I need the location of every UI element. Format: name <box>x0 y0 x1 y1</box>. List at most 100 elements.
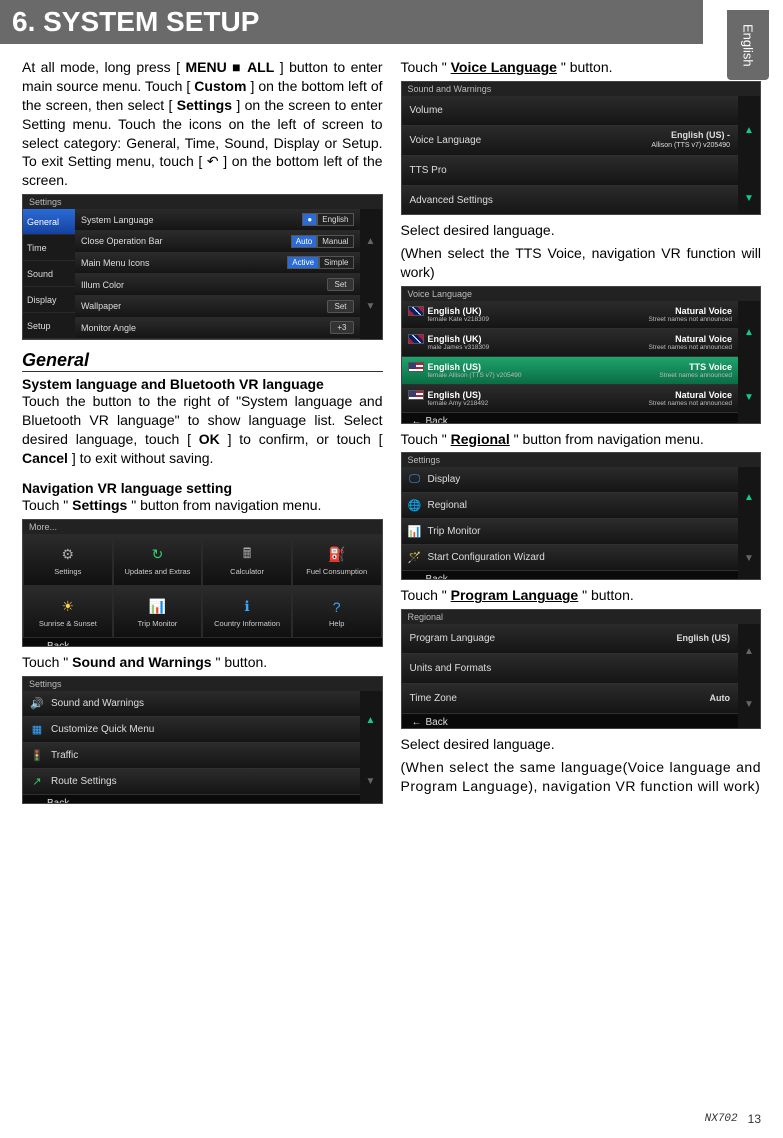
pill[interactable]: Auto Manual <box>291 235 354 248</box>
scroll-down-icon[interactable]: ▼ <box>360 751 382 804</box>
sidebar-item-setup[interactable]: Setup <box>23 313 75 339</box>
lbl: Calculator <box>230 568 264 576</box>
dot: ● <box>302 213 317 226</box>
lbl: Trip Monitor <box>138 620 178 628</box>
scroll-up-icon[interactable]: ▲ <box>360 691 382 752</box>
tile-help[interactable]: ?Help <box>292 586 382 638</box>
row-volume[interactable]: Volume <box>402 96 739 126</box>
opt[interactable]: Manual <box>317 235 353 248</box>
opt[interactable]: Auto <box>291 235 317 248</box>
settings-label: Settings <box>72 497 127 513</box>
scroll-up-icon[interactable]: ▲ <box>738 96 760 165</box>
scroll-down-icon[interactable]: ▼ <box>738 678 760 730</box>
scroll-down-icon[interactable]: ▼ <box>738 528 760 581</box>
set-button[interactable]: Set <box>327 278 353 291</box>
scroll-up-icon[interactable]: ▲ <box>738 467 760 528</box>
lbl: Voice Language <box>410 135 482 146</box>
opt[interactable]: Simple <box>319 256 353 269</box>
flag-uk-icon <box>408 334 424 344</box>
back-button[interactable]: Back <box>23 638 382 647</box>
tile-calculator[interactable]: 🖩Calculator <box>202 534 292 586</box>
detail: male James v318309 <box>428 344 490 351</box>
txt: " button. <box>215 654 267 670</box>
row-advanced-settings[interactable]: Advanced Settings <box>402 186 739 215</box>
txt: Touch " <box>22 654 68 670</box>
row-display[interactable]: 🖵Display <box>402 467 739 493</box>
lbl: Units and Formats <box>410 663 492 674</box>
txt: Touch " <box>22 497 68 513</box>
sidebar-item-time[interactable]: Time <box>23 235 75 261</box>
row-regional[interactable]: 🌐Regional <box>402 493 739 519</box>
sidebar-item-general[interactable]: General <box>23 209 75 235</box>
flag-uk-icon <box>408 306 424 316</box>
language-pill[interactable]: ● English <box>302 213 353 226</box>
back-button[interactable]: Back <box>402 571 739 580</box>
row-start-wizard[interactable]: 🪄Start Configuration Wizard <box>402 545 739 571</box>
screenshot-nav-more: More... ⚙Settings ↻Updates and Extras 🖩C… <box>22 519 383 647</box>
lang-en-uk-james[interactable]: English (UK)male James v318309 Natural V… <box>402 329 739 357</box>
speaker-icon: 🔊 <box>29 695 45 711</box>
row-main-menu-icons[interactable]: Main Menu Icons Active Simple <box>75 253 360 275</box>
lang-en-us-amy[interactable]: English (US)female Amy v218492 Natural V… <box>402 385 739 413</box>
lang-en-uk-kate[interactable]: English (UK)female Kate v218309 Natural … <box>402 301 739 329</box>
row-units-formats[interactable]: Units and Formats <box>402 654 739 684</box>
scroll-up-icon[interactable]: ▲ <box>738 301 760 366</box>
name: English (UK) <box>428 334 490 344</box>
tile-updates[interactable]: ↻Updates and Extras <box>113 534 203 586</box>
row-sound-warnings[interactable]: 🔊Sound and Warnings <box>23 691 360 717</box>
sidebar-item-display[interactable]: Display <box>23 287 75 313</box>
row-close-op-bar[interactable]: Close Operation Bar Auto Manual <box>75 231 360 253</box>
row-tripmon[interactable]: 📊Trip Monitor <box>402 519 739 545</box>
scroll-down-icon[interactable]: ▼ <box>360 274 382 339</box>
back-button[interactable]: Back <box>402 714 739 729</box>
scroll-down-icon[interactable]: ▼ <box>738 365 760 424</box>
val2: Allison (TTS v7) v205490 <box>651 142 730 149</box>
lang-en-us-allison[interactable]: English (US)female Allison (TTS v7) v205… <box>402 357 739 385</box>
row-wallpaper[interactable]: Wallpaper Set <box>75 296 360 318</box>
shot-body: English (UK)female Kate v218309 Natural … <box>402 301 761 424</box>
tile-fuel[interactable]: ⛽Fuel Consumption <box>292 534 382 586</box>
tile-settings[interactable]: ⚙Settings <box>23 534 113 586</box>
tile-sunrise[interactable]: ☀ Sunrise & Sunset <box>23 586 113 638</box>
back-button[interactable]: Back <box>23 795 360 804</box>
pill[interactable]: Active Simple <box>287 256 353 269</box>
row-customize-quick[interactable]: ▦Customize Quick Menu <box>23 717 360 743</box>
row-illum-color[interactable]: Illum Color Set <box>75 274 360 296</box>
shot-body: 🖵Display 🌐Regional 📊Trip Monitor 🪄Start … <box>402 467 761 580</box>
para-navvr: Touch " Settings " button from navigatio… <box>22 496 383 515</box>
row-monitor-angle[interactable]: Monitor Angle +3 <box>75 318 360 340</box>
opt[interactable]: Active <box>287 256 319 269</box>
scroll-column: ▲ ▼ <box>738 467 760 580</box>
page-footer: NX702 13 <box>705 1112 761 1126</box>
row-system-language[interactable]: System Language ● English <box>75 209 360 231</box>
scroll-down-icon[interactable]: ▼ <box>738 164 760 215</box>
row-route-settings[interactable]: ↗Route Settings <box>23 769 360 795</box>
set-button[interactable]: Set <box>327 300 353 313</box>
row-traffic[interactable]: 🚦Traffic <box>23 743 360 769</box>
angle-button[interactable]: +3 <box>330 321 353 334</box>
back-button[interactable]: Back <box>402 413 739 424</box>
para-regional: Touch " Regional " button from navigatio… <box>401 430 762 449</box>
row-time-zone[interactable]: Time ZoneAuto <box>402 684 739 714</box>
lbl: Program Language <box>410 633 496 644</box>
row-voice-language[interactable]: Voice Language English (US) - Allison (T… <box>402 126 739 156</box>
scroll-column: ▲ ▼ <box>360 691 382 804</box>
lbl: Sunrise & Sunset <box>39 620 97 628</box>
name: English (US) <box>428 390 489 400</box>
lbl: System Language <box>81 215 154 225</box>
row-tts-pro[interactable]: TTS Pro <box>402 156 739 186</box>
screenshot-voice-language-list: Voice Language English (UK)female Kate v… <box>401 286 762 424</box>
row-program-language[interactable]: Program LanguageEnglish (US) <box>402 624 739 654</box>
tile-country[interactable]: ℹCountry Information <box>202 586 292 638</box>
tile-tripmon[interactable]: 📊Trip Monitor <box>113 586 203 638</box>
list: 🔊Sound and Warnings ▦Customize Quick Men… <box>23 691 360 804</box>
name: English (US) <box>428 362 522 372</box>
scroll-up-icon[interactable]: ▲ <box>738 624 760 678</box>
shot-title: Settings <box>402 453 761 467</box>
txt: " button from navigation menu. <box>131 497 321 513</box>
page-number: 13 <box>748 1112 761 1126</box>
scroll-up-icon[interactable]: ▲ <box>360 209 382 274</box>
sidebar-item-sound[interactable]: Sound <box>23 261 75 287</box>
grid-icon: ▦ <box>29 721 45 737</box>
sun-icon: ☀ <box>57 596 79 618</box>
